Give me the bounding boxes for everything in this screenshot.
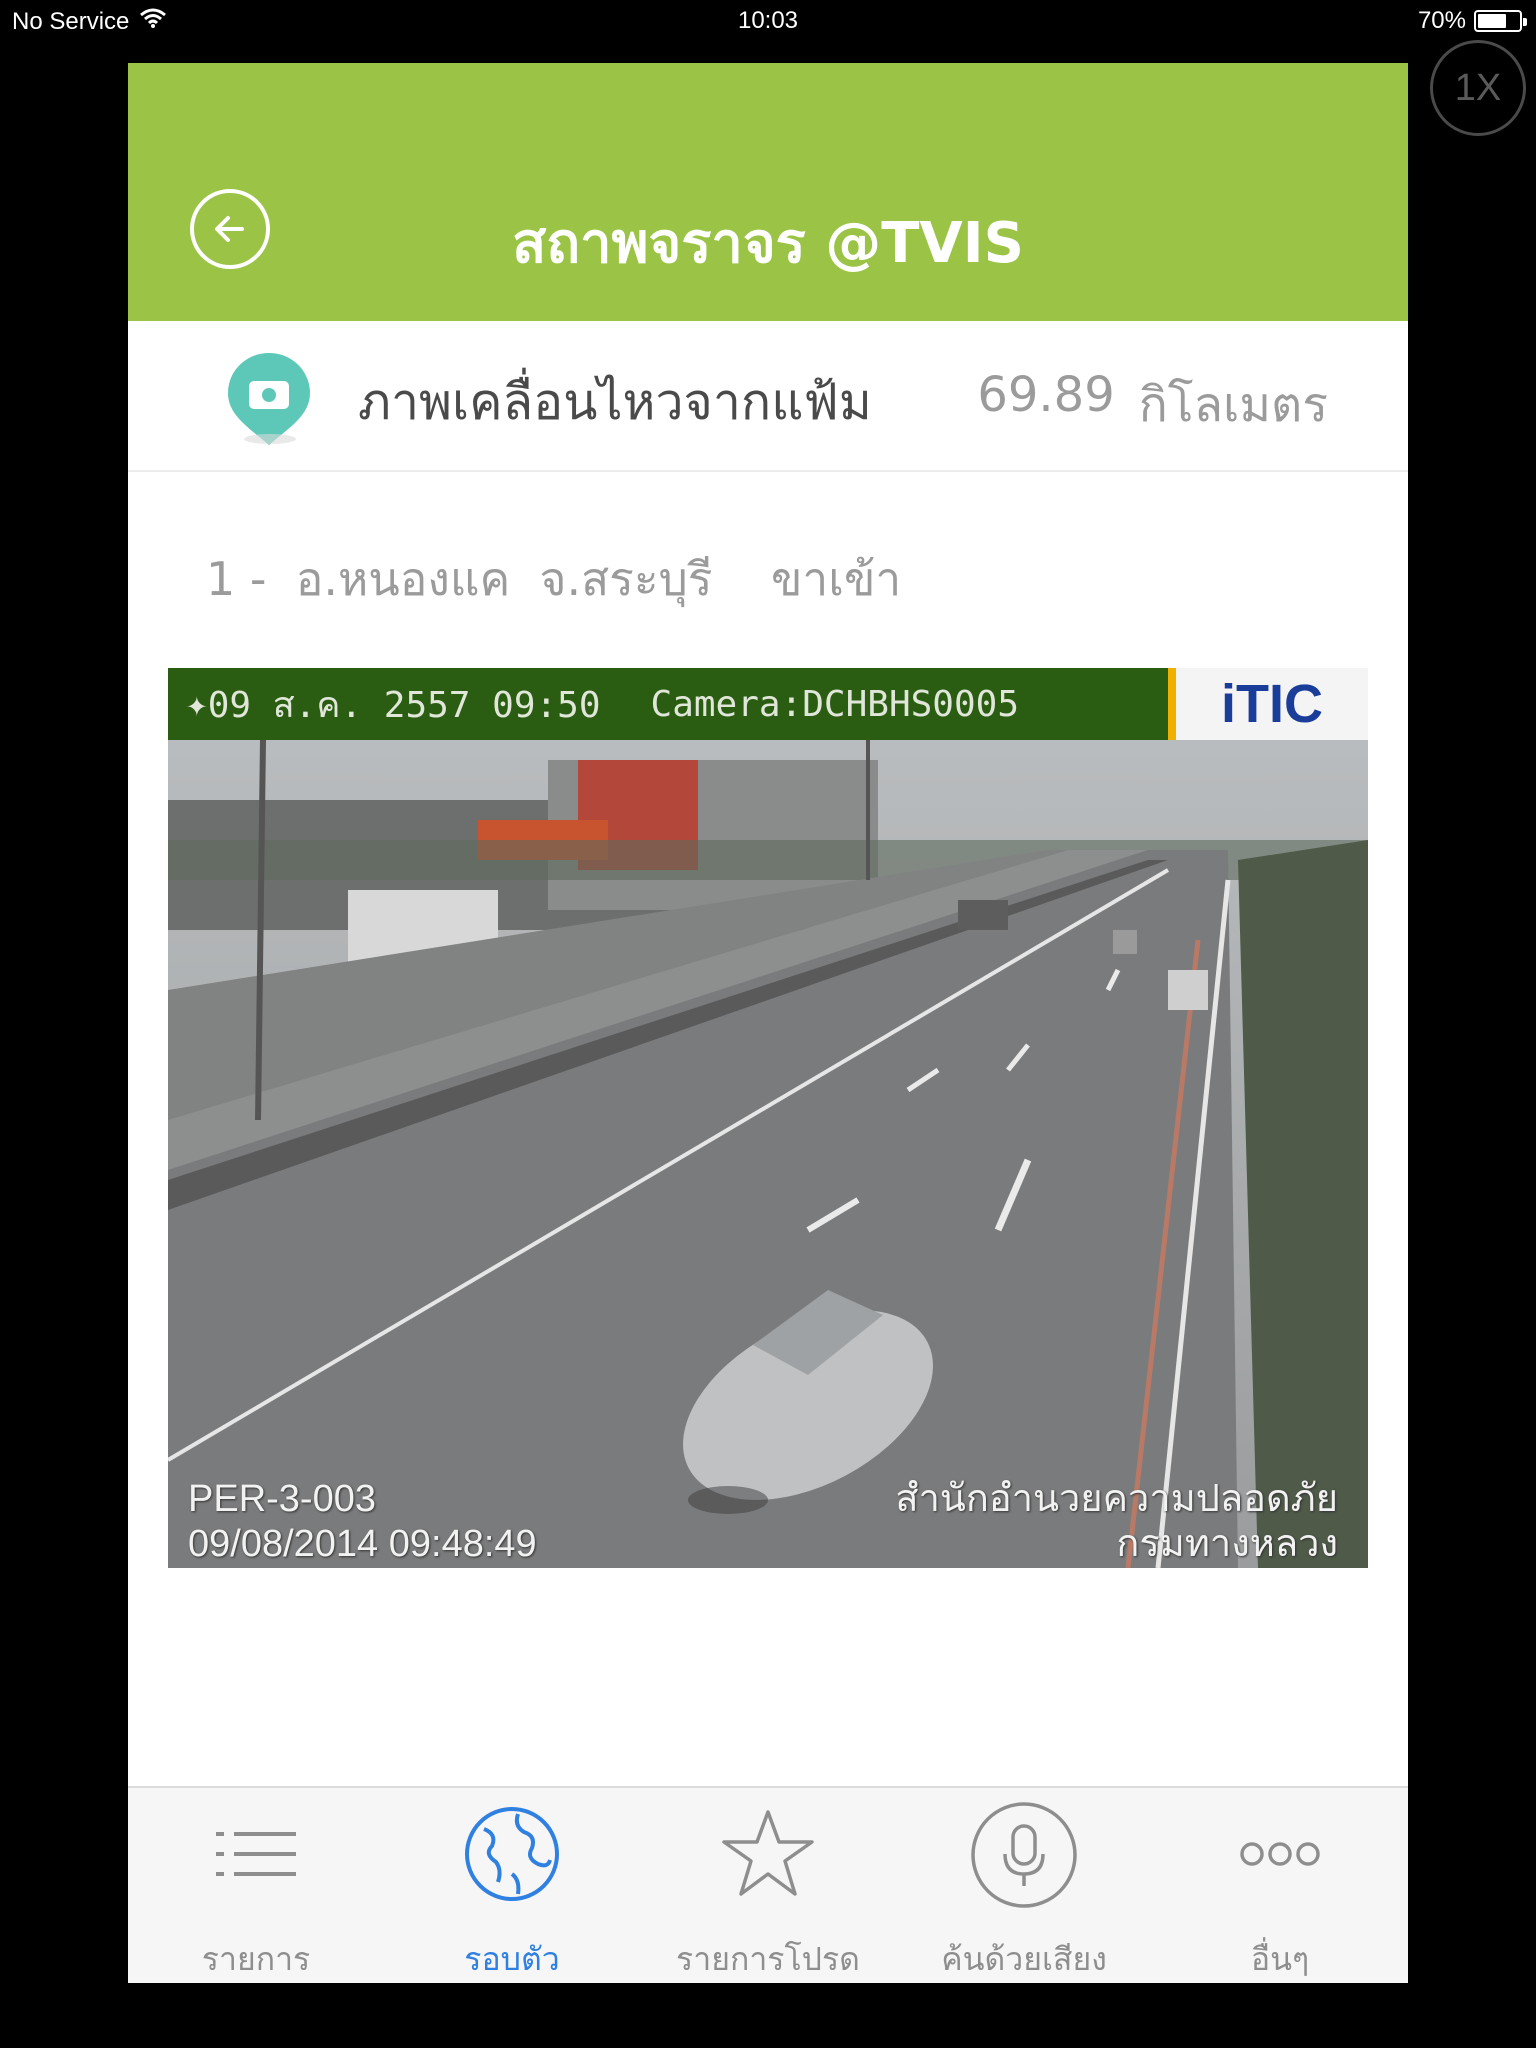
microphone-icon	[971, 1802, 1077, 1908]
tab-favorites-label: รายการโปรด	[676, 1940, 860, 1978]
navigation-bar: สถาพจราจร @TVIS	[128, 63, 1408, 321]
list-icon	[216, 1832, 296, 1876]
camera-overlay-left: PER-3-003 09/08/2014 09:48:49	[188, 1477, 537, 1568]
tab-nearby-label: รอบตัว	[464, 1940, 560, 1978]
camera-marker-icon: ✦	[186, 683, 208, 725]
video-pin-icon	[228, 353, 310, 445]
battery-cap	[1523, 18, 1527, 26]
camera-timestamp: 09/08/2014 09:48:49	[188, 1523, 537, 1566]
camera-id: Camera:DCHBHS0005	[650, 683, 1019, 725]
status-time: 10:03	[737, 7, 799, 34]
tab-list-label: รายการ	[201, 1940, 311, 1978]
tab-favorites[interactable]: รายการโปรด	[640, 1788, 896, 1983]
status-bar: No Service 10:03 70%	[0, 0, 1536, 42]
tab-nearby[interactable]: รอบตัว	[384, 1788, 640, 1983]
camera-org-line2: กรมทางหลวง	[1116, 1523, 1338, 1566]
tab-more-label: อื่นๆ	[1250, 1940, 1310, 1978]
app-window: สถาพจราจร @TVIS ภาพเคลื่อนไหวจากแฟ้ม 69.…	[128, 63, 1408, 1983]
tab-voice-search[interactable]: ค้นด้วยเสียง	[896, 1788, 1152, 1983]
battery-icon	[1474, 10, 1527, 32]
distance: 69.89 กิโลเมตร	[977, 367, 1328, 443]
itic-logo: iTIC	[1168, 668, 1368, 740]
camera-station-id: PER-3-003	[188, 1477, 376, 1520]
star-icon	[722, 1810, 814, 1896]
globe-icon	[465, 1807, 559, 1901]
distance-unit: กิโลเมตร	[1138, 377, 1328, 433]
tab-list[interactable]: รายการ	[128, 1788, 384, 1983]
tab-more[interactable]: อื่นๆ	[1152, 1788, 1408, 1983]
page-title: สถาพจราจร @TVIS	[512, 211, 1024, 276]
more-icon	[1240, 1842, 1320, 1866]
location-label: 1 - อ.หนองแค จ.สระบุรี ขาเข้า	[206, 552, 902, 606]
info-row: ภาพเคลื่อนไหวจากแฟ้ม 69.89 กิโลเมตร	[128, 321, 1408, 472]
info-title: ภาพเคลื่อนไหวจากแฟ้ม	[358, 373, 872, 431]
status-right: 70%	[1417, 7, 1527, 35]
tab-voice-search-label: ค้นด้วยเสียง	[941, 1940, 1107, 1978]
camera-date: 09 ส.ค. 2557 09:50	[207, 684, 601, 726]
camera-image: ✦ 09 ส.ค. 2557 09:50 Camera:DCHBHS0005 i…	[168, 668, 1368, 1568]
tab-bar: รายการ รอบตัว รายการโปรด ค้นด้วยเสียง อื…	[128, 1786, 1408, 1983]
battery-fill	[1478, 14, 1506, 28]
camera-overlay-right: สำนักอำนวยความปลอดภัย กรมทางหลวง	[895, 1477, 1338, 1568]
battery-percent: 70%	[1417, 7, 1466, 34]
camera-org-line1: สำนักอำนวยความปลอดภัย	[895, 1477, 1338, 1520]
traffic-scene	[168, 740, 1368, 1568]
distance-value: 69.89	[977, 367, 1115, 423]
zoom-button[interactable]: 1X	[1430, 40, 1526, 136]
